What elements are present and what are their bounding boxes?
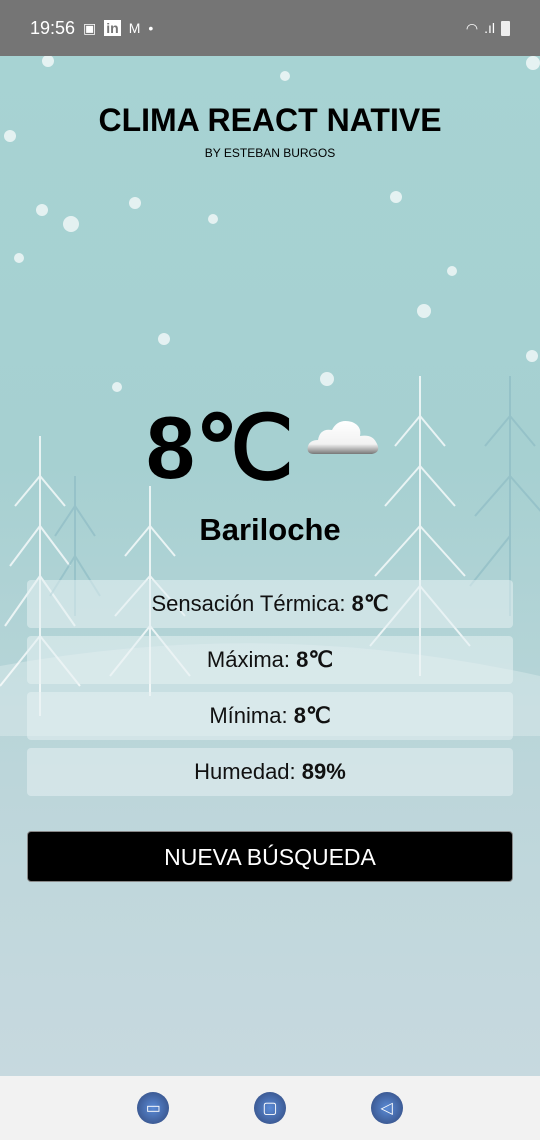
detail-max: Máxima: 8℃ bbox=[27, 636, 513, 684]
detail-value: 8℃ bbox=[293, 703, 331, 728]
app-screen: CLIMA REACT NATIVE BY ESTEBAN BURGOS 8℃ … bbox=[0, 56, 540, 1076]
detail-value: 8℃ bbox=[351, 591, 389, 616]
gallery-icon: ▣ bbox=[83, 19, 97, 36]
app-subtitle: BY ESTEBAN BURGOS bbox=[204, 146, 336, 160]
detail-label: Humedad: bbox=[194, 759, 302, 784]
home-icon[interactable]: ▢ bbox=[253, 1092, 286, 1124]
detail-humidity: Humedad: 89% bbox=[27, 748, 513, 796]
wifi-icon: ◠ bbox=[465, 19, 479, 36]
snowy-forest-background bbox=[0, 56, 540, 736]
dot-icon: • bbox=[148, 20, 154, 36]
detail-min: Mínima: 8℃ bbox=[27, 692, 513, 740]
temperature: 8℃ bbox=[146, 398, 294, 497]
detail-value: 8℃ bbox=[296, 647, 334, 672]
signal-icon: .ıl bbox=[484, 20, 495, 36]
weather-details: Sensación Térmica: 8℃ Máxima: 8℃ Mínima:… bbox=[27, 580, 513, 804]
city-name: Bariloche bbox=[199, 512, 341, 547]
recents-icon[interactable]: ▭ bbox=[137, 1092, 170, 1124]
navigation-bar: ▭ ▢ ◁ bbox=[0, 1076, 540, 1140]
clock: 19:56 bbox=[30, 17, 76, 38]
cloud-icon bbox=[307, 421, 379, 454]
detail-value: 89% bbox=[301, 759, 346, 784]
status-bar: 19:56 ▣ in M • ◠ .ıl bbox=[0, 0, 540, 56]
detail-feels-like: Sensación Térmica: 8℃ bbox=[27, 580, 513, 628]
back-icon[interactable]: ◁ bbox=[370, 1092, 403, 1124]
app-title: CLIMA REACT NATIVE bbox=[98, 102, 442, 138]
detail-label: Mínima: bbox=[209, 703, 294, 728]
new-search-button[interactable]: NUEVA BÚSQUEDA bbox=[27, 831, 513, 882]
detail-label: Sensación Térmica: bbox=[151, 591, 352, 616]
detail-label: Máxima: bbox=[206, 647, 297, 672]
linkedin-icon: in bbox=[104, 20, 121, 36]
gmail-icon: M bbox=[128, 20, 141, 36]
battery-icon bbox=[501, 20, 510, 36]
